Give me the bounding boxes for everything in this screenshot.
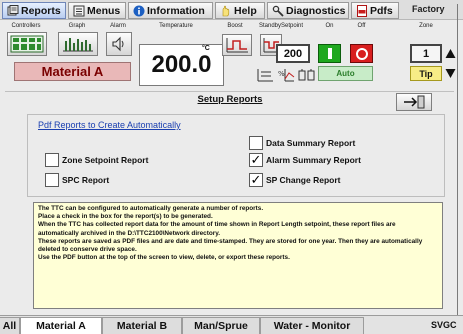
- alarm-button[interactable]: [106, 32, 132, 56]
- temperature-unit: °C: [202, 45, 210, 52]
- percent-button[interactable]: %: [277, 68, 295, 82]
- zone-down-button[interactable]: [444, 66, 456, 81]
- swap-icon: [298, 69, 315, 81]
- material-label: Material A: [14, 62, 131, 81]
- on-label: On: [325, 23, 334, 29]
- alarm-summary-label: Alarm Summary Report: [266, 155, 361, 165]
- data-summary-label: Data Summary Report: [266, 138, 356, 148]
- diagnostics-icon: [272, 5, 284, 17]
- graph-label: Graph: [68, 23, 86, 29]
- tab-all[interactable]: All: [0, 317, 20, 334]
- tab-diagnostics-label: Diagnostics: [286, 4, 346, 17]
- tab-pdfs-label: Pdfs: [370, 4, 393, 17]
- zone-up-button[interactable]: [444, 44, 456, 63]
- off-label: Off: [357, 23, 366, 29]
- tip-button[interactable]: Tip: [410, 66, 442, 81]
- swap-button[interactable]: [298, 68, 316, 82]
- svg-text:%: %: [278, 70, 285, 78]
- group-title: Pdf Reports to Create Automatically: [38, 120, 181, 130]
- spc-label: SPC Report: [62, 175, 110, 185]
- tab-menus-label: Menus: [87, 4, 121, 17]
- menus-icon: [73, 5, 85, 16]
- up-arrow-icon: [445, 49, 455, 58]
- sp-change-checkbox[interactable]: ✓: [249, 173, 263, 187]
- sp-change-label: SP Change Report: [266, 175, 341, 185]
- help-line: Use the PDF button at the top of the scr…: [38, 254, 290, 262]
- svgc-label: SVGC: [431, 320, 457, 330]
- spc-checkbox[interactable]: [45, 173, 59, 187]
- auto-button[interactable]: Auto: [318, 66, 373, 81]
- trend-button[interactable]: [256, 68, 274, 82]
- zone-setpoint-checkbox[interactable]: [45, 153, 59, 167]
- setpoint-field[interactable]: 200: [276, 44, 310, 63]
- controllers-button[interactable]: [7, 32, 47, 56]
- page-title: Setup Reports: [197, 94, 263, 105]
- tab-water-monitor[interactable]: Water - Monitor: [260, 317, 364, 334]
- tab-diagnostics[interactable]: Diagnostics: [267, 2, 349, 19]
- zone-label: Zone: [419, 23, 433, 29]
- tab-man-sprue[interactable]: Man/Sprue: [182, 317, 260, 334]
- down-arrow-icon: [445, 69, 455, 78]
- zone-field[interactable]: 1: [410, 44, 442, 63]
- boost-label: Boost: [227, 23, 243, 29]
- percent-graph-icon: %: [278, 69, 295, 82]
- trend-graph-icon: [257, 69, 273, 82]
- right-divider: [457, 4, 458, 315]
- exit-button[interactable]: [396, 93, 432, 111]
- factory-label: Factory: [412, 4, 445, 14]
- boost-graph-icon: [226, 38, 248, 53]
- off-button[interactable]: [350, 44, 373, 63]
- tab-material-b[interactable]: Material B: [102, 317, 182, 334]
- boost-button[interactable]: [222, 34, 252, 56]
- tab-material-a[interactable]: Material A: [20, 317, 102, 334]
- help-line: Place a check in the box for the report(…: [38, 213, 213, 221]
- tab-help-label: Help: [234, 4, 257, 17]
- tab-pdfs[interactable]: Pdfs: [351, 2, 399, 19]
- graph-button[interactable]: [58, 32, 98, 56]
- speaker-icon: [112, 36, 124, 52]
- tab-information[interactable]: Information: [128, 2, 213, 19]
- tab-reports[interactable]: Reports: [2, 2, 66, 19]
- controllers-icon: [10, 35, 44, 53]
- bar-graph-icon: [63, 38, 93, 52]
- on-button[interactable]: [318, 44, 341, 63]
- tab-menus[interactable]: Menus: [68, 2, 126, 19]
- information-icon: [133, 5, 145, 16]
- help-line: When the TTC has collected report data f…: [38, 221, 396, 237]
- alarm-summary-checkbox[interactable]: ✓: [249, 153, 263, 167]
- temperature-display: 200.0: [139, 44, 224, 86]
- controllers-label: Controllers: [11, 23, 41, 29]
- pdf-icon: [357, 4, 367, 17]
- help-icon: [222, 5, 230, 16]
- tab-help[interactable]: Help: [215, 2, 265, 19]
- on-icon: [327, 48, 332, 59]
- zone-setpoint-label: Zone Setpoint Report: [62, 155, 149, 165]
- data-summary-checkbox[interactable]: [249, 136, 263, 150]
- temperature-label: Temperature: [159, 23, 193, 29]
- tab-information-label: Information: [147, 4, 205, 17]
- alarm-label: Alarm: [110, 23, 126, 29]
- tab-reports-label: Reports: [21, 4, 61, 17]
- help-line: The TTC can be configured to automatical…: [38, 205, 264, 212]
- off-icon: [355, 47, 368, 60]
- setpoint-label: Setpoint: [280, 23, 304, 29]
- help-line: These reports are saved as PDF files and…: [38, 237, 423, 254]
- exit-arrow-icon: [404, 95, 425, 109]
- reports-icon: [7, 4, 19, 15]
- help-text-box: The TTC can be configured to automatical…: [33, 202, 443, 309]
